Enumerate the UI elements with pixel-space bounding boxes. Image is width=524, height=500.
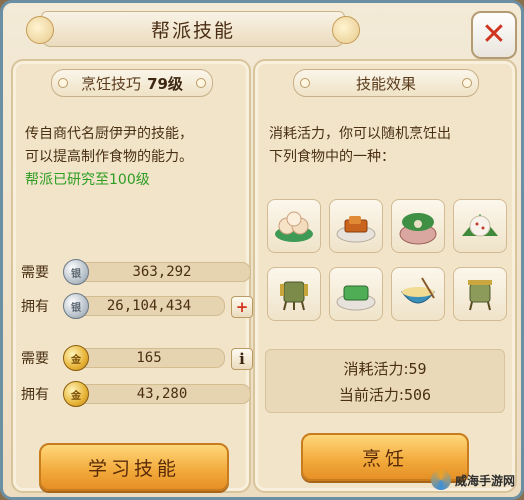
food-steamed-buns[interactable]	[267, 199, 321, 253]
silver-coin-icon: 银	[63, 259, 89, 285]
current-label: 当前活力:	[338, 386, 404, 404]
watermark-logo-icon	[430, 470, 451, 490]
row-label: 拥有	[21, 387, 49, 403]
owned-silver-value: 26,104,434	[73, 296, 225, 316]
green-cake-icon	[336, 285, 376, 311]
info-button[interactable]: i	[231, 348, 253, 370]
desc-line: 消耗活力，你可以随机烹饪出	[269, 126, 451, 142]
food-bronze-vessel[interactable]	[453, 267, 507, 321]
cost-label: 消耗活力:	[343, 360, 409, 378]
learn-skill-label: 学习技能	[87, 457, 180, 480]
plus-icon: +	[235, 298, 249, 316]
cabbage-dish-icon	[399, 213, 437, 245]
required-gold-value: 165	[73, 348, 225, 368]
skill-level: 79级	[147, 74, 183, 93]
food-braised-tofu[interactable]	[329, 199, 383, 253]
current-value: 506	[403, 386, 432, 404]
research-status: 帮派已研究至100级	[25, 172, 150, 188]
window-title: 帮派技能	[26, 11, 360, 47]
effect-description: 消耗活力，你可以随机烹饪出 下列食物中的一种：	[269, 123, 451, 169]
skill-name: 烹饪技巧	[81, 74, 142, 93]
food-wine-cup[interactable]	[267, 267, 321, 321]
effect-header: 技能效果	[293, 69, 479, 97]
bronze-vessel-icon	[468, 280, 492, 311]
learn-skill-button[interactable]: 学习技能	[39, 443, 229, 491]
vitality-stats: 消耗活力:59 当前活力:506	[265, 349, 505, 413]
braised-tofu-icon	[336, 216, 376, 243]
noodle-bowl-icon	[401, 277, 435, 304]
required-silver-row: 需要 银 363,292	[21, 259, 251, 285]
owned-silver-row: 拥有 银 26,104,434 +	[21, 293, 253, 319]
ornament-icon	[462, 78, 472, 88]
skill-header: 烹饪技巧 79级	[51, 69, 213, 97]
dialog-frame: 帮派技能 ✕ 烹饪技巧 79级 传自商代名厨伊尹的技能， 可以提高制作食物的能力…	[0, 0, 524, 500]
desc-line: 传自商代名厨伊尹的技能，	[25, 126, 193, 142]
ornament-icon	[196, 78, 206, 88]
desc-line: 可以提高制作食物的能力。	[25, 149, 193, 165]
food-noodle-bowl[interactable]	[391, 267, 445, 321]
cost-vitality: 消耗活力:59	[266, 358, 504, 379]
add-silver-button[interactable]: +	[231, 296, 253, 318]
effect-header-text: 技能效果	[355, 74, 416, 93]
watermark-text: 威海手游网	[454, 473, 515, 488]
skill-info-panel: 烹饪技巧 79级 传自商代名厨伊尹的技能， 可以提高制作食物的能力。 帮派已研究…	[11, 59, 253, 493]
info-icon: i	[239, 350, 245, 368]
gold-coin-icon: 金	[63, 381, 89, 407]
cost-value: 59	[408, 360, 427, 378]
owned-gold-row: 拥有 金 43,280	[21, 381, 251, 407]
desc-line: 下列食物中的一种：	[269, 149, 395, 165]
gold-coin-icon: 金	[63, 345, 89, 371]
current-vitality: 当前活力:506	[266, 384, 504, 405]
required-gold-row: 需要 金 165 i	[21, 345, 253, 371]
skill-description: 传自商代名厨伊尹的技能， 可以提高制作食物的能力。 帮派已研究至100级	[25, 123, 193, 192]
food-cabbage-dish[interactable]	[391, 199, 445, 253]
food-rice-dumpling[interactable]	[453, 199, 507, 253]
ornament-icon	[300, 78, 310, 88]
close-button[interactable]: ✕	[471, 11, 517, 59]
row-label: 需要	[21, 351, 49, 367]
cook-label: 烹饪	[361, 447, 408, 470]
owned-gold-value: 43,280	[73, 384, 251, 404]
title-text: 帮派技能	[150, 19, 235, 42]
ornament-icon	[58, 78, 68, 88]
silver-coin-icon: 银	[63, 293, 89, 319]
required-silver-value: 363,292	[73, 262, 251, 282]
wine-cup-icon	[280, 281, 308, 311]
steamed-buns-icon	[275, 211, 313, 242]
watermark: 威海手游网	[430, 467, 515, 493]
skill-effect-panel: 技能效果 消耗活力，你可以随机烹饪出 下列食物中的一种： 消耗活力:59 当前活…	[253, 59, 517, 493]
food-green-cake[interactable]	[329, 267, 383, 321]
row-label: 拥有	[21, 299, 49, 315]
rice-dumpling-icon	[462, 214, 498, 237]
close-icon: ✕	[481, 17, 507, 52]
row-label: 需要	[21, 265, 49, 281]
